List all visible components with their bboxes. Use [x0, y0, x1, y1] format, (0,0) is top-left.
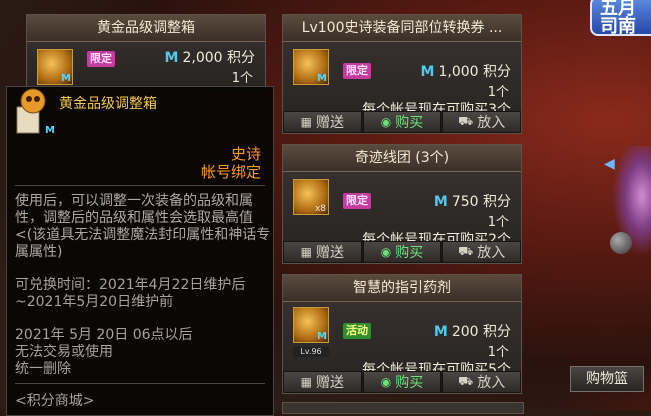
expiry-date: 2021年 5月 20日 06点以后	[15, 327, 193, 343]
item-price: M 200 积分	[433, 324, 511, 340]
gift-button[interactable]: ▦ 赠送	[283, 111, 362, 133]
item-title: 智慧的指引药剂	[283, 275, 521, 302]
shopping-cart-button[interactable]: 购物篮	[570, 366, 644, 392]
expiry-note: 无法交易或使用	[15, 344, 113, 360]
cart-icon: ⛟	[458, 374, 474, 388]
item-title: Lv100史诗装备同部位转换券 ...	[283, 15, 521, 42]
item-quantity: 1个	[487, 215, 509, 230]
svg-text:M: M	[45, 125, 55, 136]
buy-button[interactable]: ◉ 购买	[362, 371, 442, 393]
left-arrow-icon[interactable]: ◀	[604, 156, 615, 172]
cart-icon: ⛟	[458, 244, 474, 258]
event-sign[interactable]: 五月 司南	[590, 0, 651, 36]
limited-badge: 限定	[343, 63, 371, 79]
item-quantity: 1个	[487, 345, 509, 360]
shop-item-card[interactable]: 智慧的指引药剂 M Lv.96 活动 M 200 积分 1个 每个帐号现在可购买5…	[282, 274, 522, 394]
bomb-icon	[610, 232, 632, 254]
gift-icon: ▦	[300, 375, 312, 389]
divider	[15, 185, 265, 186]
buy-button[interactable]: ◉ 购买	[362, 111, 442, 133]
cart-icon: ⛟	[458, 114, 474, 128]
shop-item-card[interactable]: 黄金品级调整箱 M 限定 M 2,000 积分 1个	[26, 14, 266, 92]
mileage-icon: M	[420, 64, 435, 80]
potion-icon: M	[293, 307, 329, 343]
item-quantity: 1个	[231, 71, 253, 86]
next-card-edge	[282, 402, 524, 414]
gift-icon: ▦	[300, 115, 312, 129]
chest-icon: M	[37, 49, 73, 85]
divider	[15, 383, 265, 384]
mileage-icon: M	[433, 324, 448, 340]
item-actions: ▦ 赠送 ◉ 购买 ⛟ 放入	[283, 241, 522, 263]
redeem-time-end: ~2021年5月20日维护前	[15, 294, 174, 310]
item-actions: ▦ 赠送 ◉ 购买 ⛟ 放入	[283, 371, 522, 393]
coins-icon: ◉	[380, 245, 392, 259]
item-actions: ▦ 赠送 ◉ 购买 ⛟ 放入	[283, 111, 522, 133]
redeem-time-start: 可兑换时间：2021年4月22日维护后	[15, 277, 246, 293]
gift-icon: ▦	[300, 245, 312, 259]
shop-item-card[interactable]: Lv100史诗装备同部位转换券 ... M 限定 M 1,000 积分 1个 每个…	[282, 14, 522, 134]
item-source: <积分商城>	[15, 393, 95, 409]
event-badge: 活动	[343, 323, 371, 339]
add-to-cart-button[interactable]: ⛟ 放入	[442, 371, 522, 393]
item-price: M 2,000 积分	[164, 50, 255, 66]
item-description: 使用后，可以调整一次装备的品级和属性，调整后的品级和属性会选取最高值<(该道具无…	[15, 193, 271, 260]
item-price: M 750 积分	[433, 194, 511, 210]
buy-button[interactable]: ◉ 购买	[362, 241, 442, 263]
bind-label: 帐号绑定	[200, 163, 261, 181]
item-quantity: 1个	[487, 85, 509, 100]
expiry-delete: 统一删除	[15, 361, 71, 377]
coins-icon: ◉	[380, 115, 392, 129]
mileage-icon: M	[164, 50, 179, 66]
item-title: 奇迹线团 (3个)	[283, 145, 521, 172]
item-level: Lv.96	[293, 347, 329, 357]
add-to-cart-button[interactable]: ⛟ 放入	[442, 111, 522, 133]
limited-badge: 限定	[87, 51, 115, 67]
gift-button[interactable]: ▦ 赠送	[283, 371, 362, 393]
item-title: 黄金品级调整箱	[27, 15, 265, 42]
limited-badge: 限定	[343, 193, 371, 209]
tooltip-item-name: 黄金品级调整箱	[59, 96, 157, 112]
yarn-icon: x8	[293, 179, 329, 215]
gift-button[interactable]: ▦ 赠送	[283, 241, 362, 263]
coins-icon: ◉	[380, 375, 392, 389]
scroll-chest-icon: M	[13, 87, 57, 137]
coupon-icon: M	[293, 49, 329, 85]
item-tooltip: M 黄金品级调整箱 史诗 帐号绑定 使用后，可以调整一次装备的品级和属性，调整后…	[6, 86, 274, 416]
shop-item-card[interactable]: 奇迹线团 (3个) x8 限定 M 750 积分 1个 每个帐号现在可购买2个 ▦…	[282, 144, 522, 264]
item-price: M 1,000 积分	[420, 64, 511, 80]
add-to-cart-button[interactable]: ⛟ 放入	[442, 241, 522, 263]
mileage-icon: M	[433, 194, 448, 210]
